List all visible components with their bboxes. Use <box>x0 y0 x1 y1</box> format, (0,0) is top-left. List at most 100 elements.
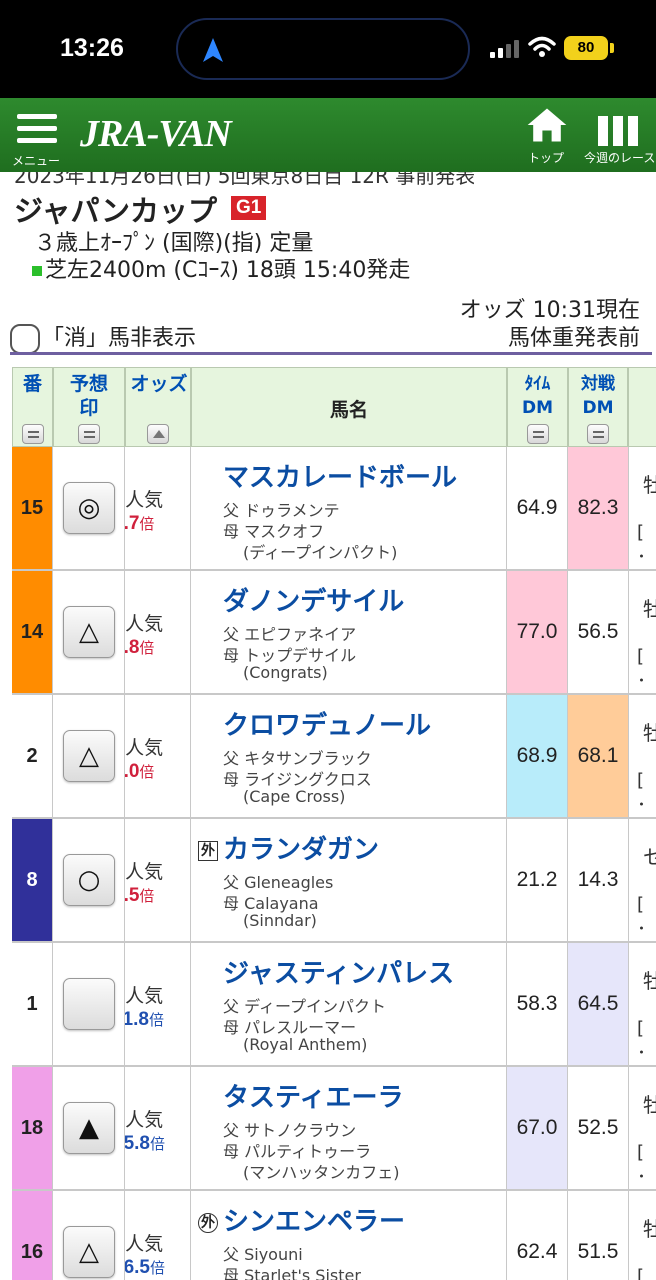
columns-icon <box>598 116 638 146</box>
prediction-mark-button[interactable] <box>63 978 115 1030</box>
horse-number: 2 <box>12 695 53 817</box>
sex-label: 牡 <box>643 597 656 621</box>
odds-cell: 1人気 2.7倍 <box>125 447 191 569</box>
race-date-line: 2023年11月26日(日) 5回東京8日目 12R 事前発表 ダ <box>14 172 474 186</box>
battle-dm-value: 68.1 <box>568 695 629 817</box>
mark-cell: ▲ <box>53 1067 125 1189</box>
sex-age-cell: 牡 [ ･ <box>628 571 656 693</box>
header-mark: 予想 印 <box>53 367 125 447</box>
header-name: 馬名 <box>191 367 507 447</box>
horse-name-link[interactable]: タスティエーラ <box>223 1077 403 1114</box>
time-dm-value: 77.0 <box>507 571 568 693</box>
horse-name-link[interactable]: クロワデュノール <box>223 705 431 742</box>
popularity: 5人気 <box>125 985 164 1007</box>
time-dm-value: 64.9 <box>507 447 568 569</box>
popularity: 7人気 <box>125 1233 164 1255</box>
horse-name-cell: ダノンデサイル 父 エピファネイア 母 トップデサイル (Congrats) <box>191 571 507 693</box>
sort-battle-dm-button[interactable] <box>587 424 609 444</box>
battery-cap <box>610 43 614 53</box>
weight-status: 馬体重発表前 <box>507 326 640 351</box>
hide-checkbox[interactable] <box>10 324 40 354</box>
prediction-mark-button[interactable]: △ <box>63 606 115 658</box>
odds-cell: 6人気 15.8倍 <box>125 1067 191 1189</box>
table-row[interactable]: 16 △ 7人気 16.5倍 外 シンエンペラー 父 Siyouni 母 Sta… <box>12 1191 656 1280</box>
horse-number: 14 <box>12 571 53 693</box>
battery-level: 80 <box>577 39 595 56</box>
prediction-mark-button[interactable]: ▲ <box>63 1102 115 1154</box>
popularity: 1人気 <box>125 489 164 511</box>
menu-button[interactable]: メニュー <box>10 112 66 168</box>
horse-name-link[interactable]: ジャスティンパレス <box>223 953 454 990</box>
odds-value: 5.0倍 <box>125 761 155 782</box>
battle-dm-value: 56.5 <box>568 571 629 693</box>
mark-cell <box>53 943 125 1065</box>
horse-name-link[interactable]: マスカレードボール <box>223 457 457 494</box>
horse-name-link[interactable]: ダノンデサイル <box>223 581 404 618</box>
wifi-icon <box>528 36 556 57</box>
table-row[interactable]: 14 △ 2人気 4.8倍 ダノンデサイル 父 エピファネイア 母 トップデサイ… <box>12 571 656 695</box>
table-row[interactable]: 1 5人気 11.8倍 ジャスティンパレス 父 ディープインパクト 母 パレスル… <box>12 943 656 1067</box>
prediction-mark-button[interactable]: △ <box>63 1226 115 1278</box>
odds-cell: 2人気 4.8倍 <box>125 571 191 693</box>
header-extra <box>628 367 656 447</box>
sort-mark-button[interactable] <box>78 424 100 444</box>
sort-odds-button[interactable] <box>147 424 169 444</box>
horse-name-cell: 外 カランダガン 父 Gleneagles 母 Calayana (Sinnda… <box>191 819 507 941</box>
prediction-mark-button[interactable]: △ <box>63 730 115 782</box>
horse-name-link[interactable]: カランダガン <box>223 829 379 866</box>
battle-dm-value: 14.3 <box>568 819 629 941</box>
popularity: 4人気 <box>125 861 164 883</box>
time-dm-value: 21.2 <box>507 819 568 941</box>
popularity: 3人気 <box>125 737 164 759</box>
odds-value: 16.5倍 <box>125 1257 165 1278</box>
sex-label: 牡 <box>643 1217 656 1241</box>
extra-info: [ ･ <box>637 522 646 568</box>
sex-label: セ <box>643 845 656 869</box>
home-icon <box>527 108 567 142</box>
time-dm-value: 62.4 <box>507 1191 568 1280</box>
broodmare-sire-name: (ディープインパクト) <box>243 543 398 562</box>
extra-info: [ ･ <box>637 1266 645 1280</box>
odds-cell: 5人気 11.8倍 <box>125 943 191 1065</box>
header-mark-label: 予想 印 <box>69 373 108 419</box>
odds-cell: 3人気 5.0倍 <box>125 695 191 817</box>
sort-time-dm-button[interactable] <box>526 424 549 444</box>
top-label: トップ <box>528 151 565 165</box>
header-battle-dm-label: 対戦 DM <box>581 374 615 418</box>
table-row[interactable]: 15 ◎ 1人気 2.7倍 マスカレードボール 父 ドゥラメンテ 母 マスクオフ… <box>12 447 656 571</box>
battle-dm-value: 82.3 <box>568 447 629 569</box>
extra-info: [ ･ <box>637 1142 646 1188</box>
horse-name-cell: クロワデュノール 父 キタサンブラック 母 ライジングクロス (Cape Cro… <box>191 695 507 817</box>
extra-info: [ ･ <box>637 894 646 940</box>
dam-name: 母 Starlet's Sister <box>223 1266 361 1280</box>
prediction-mark-button[interactable]: ◎ <box>63 482 115 534</box>
sex-label: 牡 <box>643 473 656 497</box>
header-odds: オッズ <box>125 367 191 447</box>
race-course-info: 芝左2400m (Cｺｰｽ) 18頭 15:40発走 <box>32 252 410 284</box>
battle-dm-value: 64.5 <box>568 943 629 1065</box>
odds-cell: 7人気 16.5倍 <box>125 1191 191 1280</box>
turf-course-icon <box>32 266 42 276</box>
race-title: ジャパンカップ <box>14 194 218 228</box>
broodmare-sire-name: (Cape Cross) <box>243 787 346 806</box>
table-row[interactable]: 2 △ 3人気 5.0倍 クロワデュノール 父 キタサンブラック 母 ライジング… <box>12 695 656 819</box>
odds-value: 15.8倍 <box>125 1133 165 1154</box>
prediction-mark-button[interactable]: ○ <box>63 854 115 906</box>
horse-number: 8 <box>12 819 53 941</box>
extra-info: [ ･ <box>637 646 646 692</box>
sort-num-button[interactable] <box>21 424 44 444</box>
time-dm-value: 67.0 <box>507 1067 568 1189</box>
navigation-arrow-icon <box>203 38 223 62</box>
top-button[interactable]: トップ <box>522 106 572 168</box>
table-row[interactable]: 8 ○ 4人気 6.5倍 外 カランダガン 父 Gleneagles 母 Cal… <box>12 819 656 943</box>
mark-cell: △ <box>53 1191 125 1280</box>
this-week-races-button[interactable]: 今週のレース <box>582 106 656 168</box>
sex-age-cell: セ [ ･ <box>628 819 656 941</box>
header-battle-dm: 対戦 DM <box>568 367 628 447</box>
horse-name-link[interactable]: シンエンペラー <box>223 1201 405 1238</box>
table-row[interactable]: 18 ▲ 6人気 15.8倍 タスティエーラ 父 サトノクラウン 母 パルティト… <box>12 1067 656 1191</box>
hide-scratched-toggle[interactable]: 「消」馬非表示 <box>10 320 196 354</box>
jra-van-logo[interactable]: JRA-VAN <box>80 112 232 156</box>
time-dm-value: 68.9 <box>507 695 568 817</box>
header-name-label: 馬名 <box>329 399 368 421</box>
